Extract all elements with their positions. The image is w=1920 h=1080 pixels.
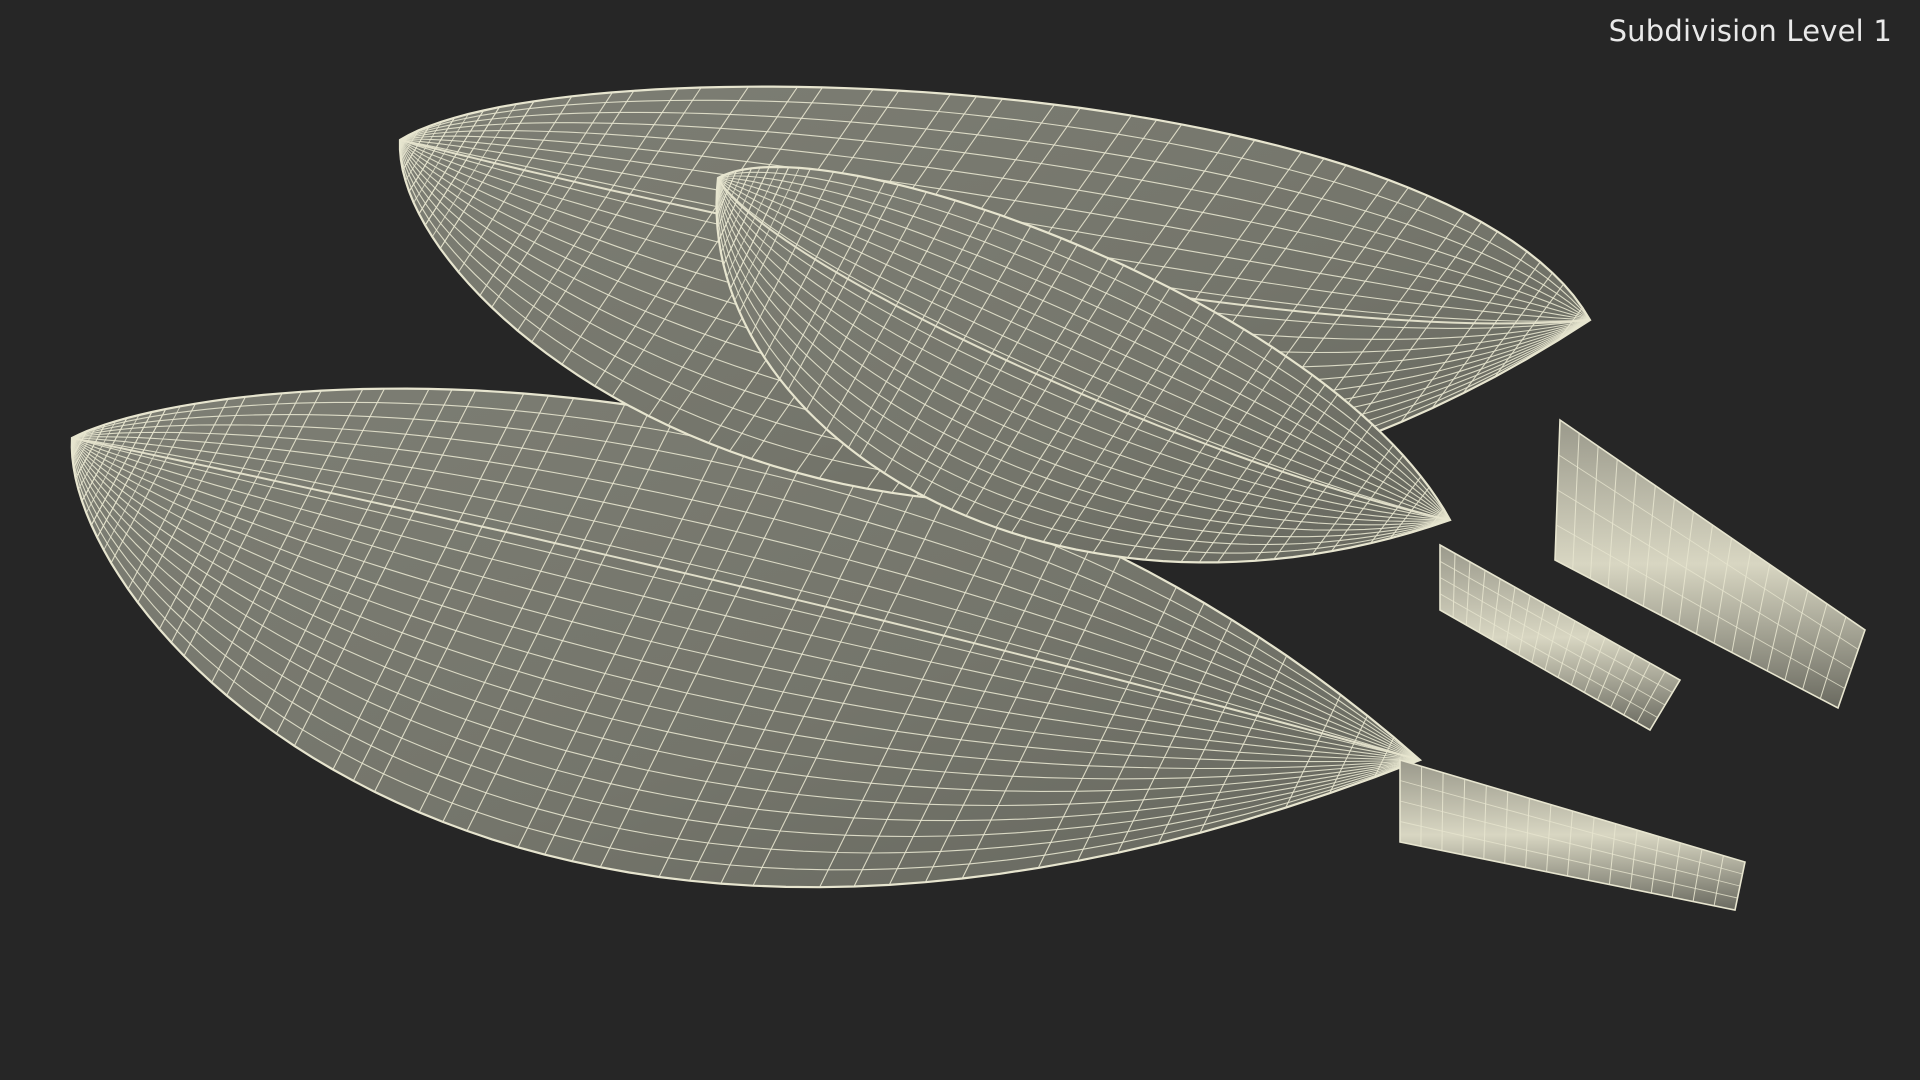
bottom-leaf-stem <box>1399 758 1746 911</box>
viewport: Subdivision Level 1 <box>0 0 1920 1080</box>
subdivision-level-label: Subdivision Level 1 <box>1608 14 1892 48</box>
wireframe-render <box>70 85 1866 911</box>
